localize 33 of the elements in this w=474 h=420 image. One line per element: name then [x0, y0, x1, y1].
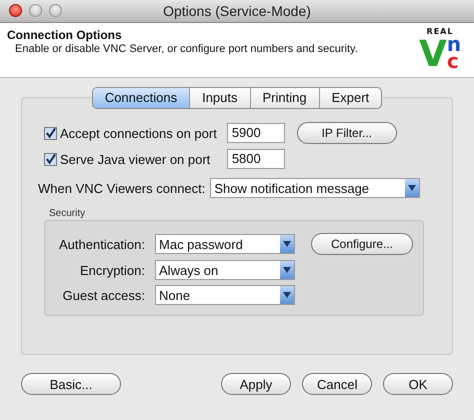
ip-filter-button[interactable]: IP Filter...	[296, 122, 397, 144]
description-text: Enable or disable VNC Server, or configure port numbers and security.	[15, 43, 358, 55]
input-field[interactable]: 5900	[226, 123, 285, 143]
checkbox-label[interactable]: Accept connections on port	[60, 126, 217, 140]
logo-letter: V	[418, 36, 447, 74]
basic-button[interactable]: Basic...	[21, 373, 121, 395]
dropdown[interactable]: Always on	[155, 260, 296, 280]
checkbox-label[interactable]: Serve Java viewer on port	[60, 152, 210, 166]
tab[interactable]: Connections	[92, 88, 190, 108]
close-icon[interactable]	[9, 4, 22, 17]
dropdown[interactable]: Mac password	[155, 234, 296, 254]
tab[interactable]: Printing	[250, 88, 319, 108]
logo-text: REAL	[426, 28, 454, 36]
field-label: Guest access:	[62, 288, 146, 302]
dialog-button[interactable]: Cancel	[302, 373, 372, 395]
group-label: Security	[49, 208, 86, 219]
checkbox-icon[interactable]	[44, 152, 57, 166]
dialog-button[interactable]: OK	[383, 373, 453, 395]
configure-button[interactable]: Configure...	[311, 233, 414, 255]
dialog-button[interactable]: Apply	[221, 373, 291, 395]
window-title: Options (Service-Mode)	[163, 3, 311, 19]
checkbox-icon[interactable]	[44, 126, 57, 140]
tab[interactable]: Inputs	[189, 88, 250, 108]
dropdown[interactable]: Show notification message	[210, 178, 420, 198]
field-label: Encryption:	[78, 262, 146, 278]
dropdown[interactable]: None	[155, 285, 296, 305]
logo-letter: n	[446, 36, 462, 52]
input-field[interactable]: 5800	[226, 149, 285, 169]
section-title: Connection Options	[7, 28, 123, 42]
field-label: When VNC Viewers connect:	[38, 180, 206, 196]
tab[interactable]: Expert	[318, 88, 382, 108]
field-label: Authentication:	[59, 236, 146, 252]
logo-letter: c	[446, 52, 459, 70]
